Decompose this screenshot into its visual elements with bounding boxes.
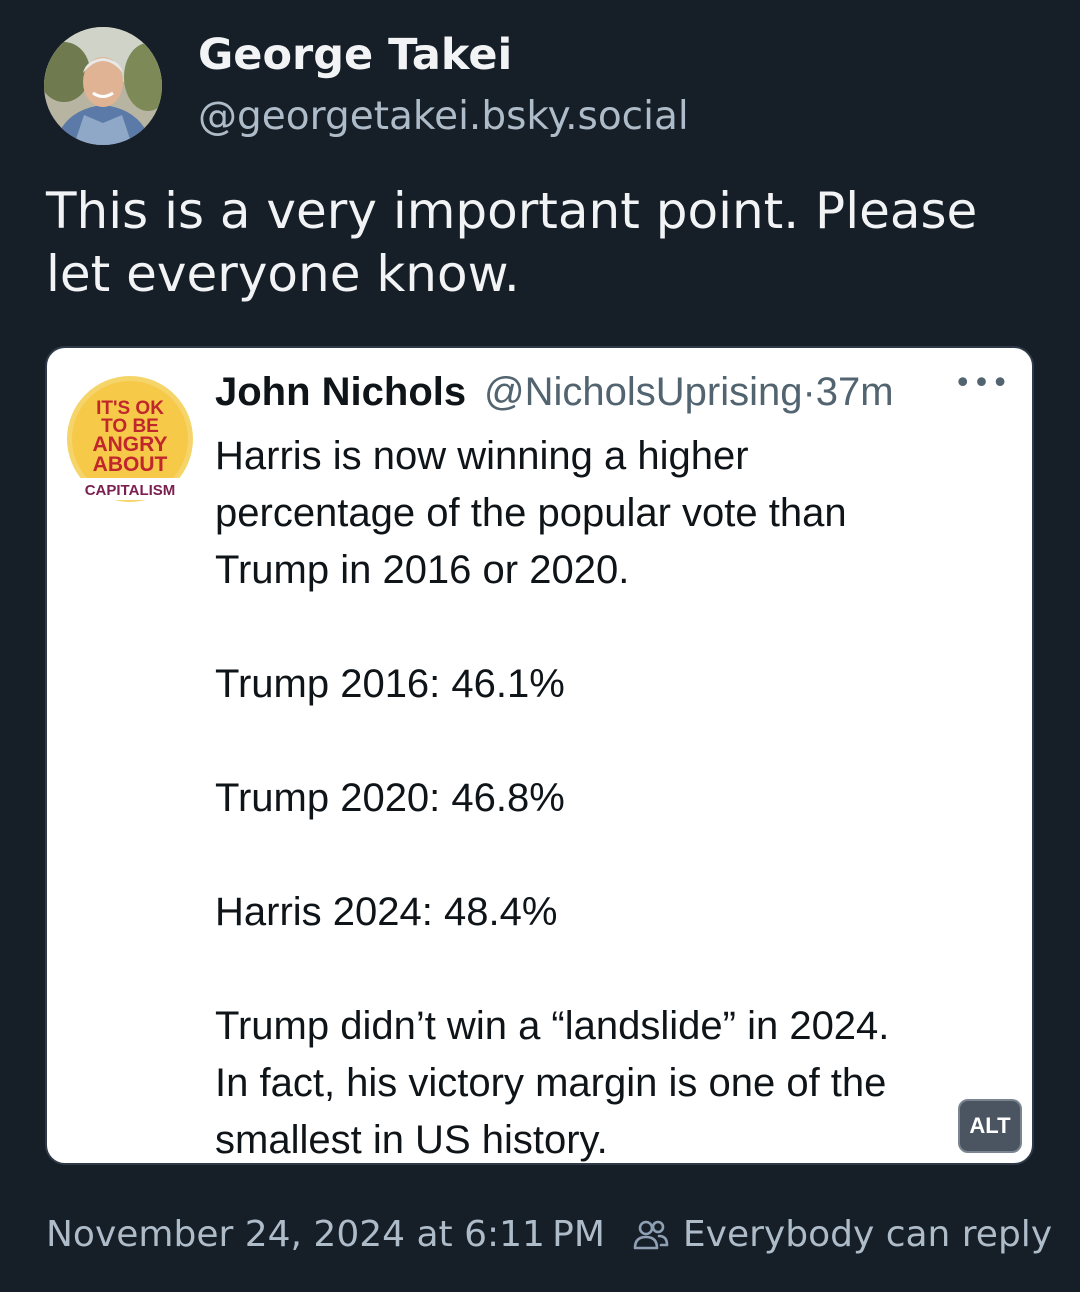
author-handle[interactable]: @georgetakei.bsky.social [198, 94, 689, 139]
quote-line: Harris is now winning a higher [215, 434, 749, 478]
quote-line: Trump didn’t win a “landslide” in 2024. [215, 1004, 890, 1048]
post-thread-item: George Takei @georgetakei.bsky.social Th… [0, 0, 1080, 1292]
quote-blank-line [215, 941, 1015, 998]
quote-blank-line [215, 827, 1015, 884]
people-icon [633, 1220, 669, 1249]
quote-line: In fact, his victory margin is one of th… [215, 1061, 887, 1105]
badge-line-5: CAPITALISM [85, 482, 176, 499]
quote-author-name: John Nichols [215, 370, 467, 414]
more-options-icon: ••• [953, 366, 1010, 401]
post-timestamp[interactable]: November 24, 2024 at 6:11 PM [46, 1214, 605, 1255]
author-display-name[interactable]: George Takei [198, 30, 512, 80]
quote-line: percentage of the popular vote than [215, 491, 847, 535]
quote-line: Trump 2020: 46.8% [215, 776, 565, 820]
badge-line-4: ABOUT [93, 453, 168, 476]
author-avatar[interactable] [44, 27, 162, 145]
quote-blank-line [215, 599, 1015, 656]
quote-body: Harris is now winning a higher percentag… [215, 428, 1015, 1163]
quote-line: Trump in 2016 or 2020. [215, 548, 630, 592]
avatar-photo [44, 27, 162, 145]
quote-author-avatar: IT'S OK TO BE ANGRY ABOUT CAPITALISM [65, 374, 195, 504]
quote-blank-line [215, 713, 1015, 770]
quote-line: Trump 2016: 46.1% [215, 662, 565, 706]
alt-text-button[interactable]: ALT [958, 1099, 1022, 1153]
quote-line: smallest in US history. [215, 1118, 608, 1162]
reply-setting-label: Everybody can reply [682, 1214, 1053, 1255]
quote-handle-time: @NicholsUprising·37m [484, 370, 894, 414]
embedded-image[interactable]: IT'S OK TO BE ANGRY ABOUT CAPITALISM Joh… [45, 346, 1034, 1165]
post-footer: November 24, 2024 at 6:11 PM Everybody c… [46, 1214, 1052, 1255]
angry-about-capitalism-badge: IT'S OK TO BE ANGRY ABOUT CAPITALISM [67, 376, 193, 502]
quote-line: Harris 2024: 48.4% [215, 890, 558, 934]
post-text: This is a very important point. Please l… [46, 182, 978, 303]
reply-setting-button[interactable]: Everybody can reply [631, 1214, 1052, 1255]
